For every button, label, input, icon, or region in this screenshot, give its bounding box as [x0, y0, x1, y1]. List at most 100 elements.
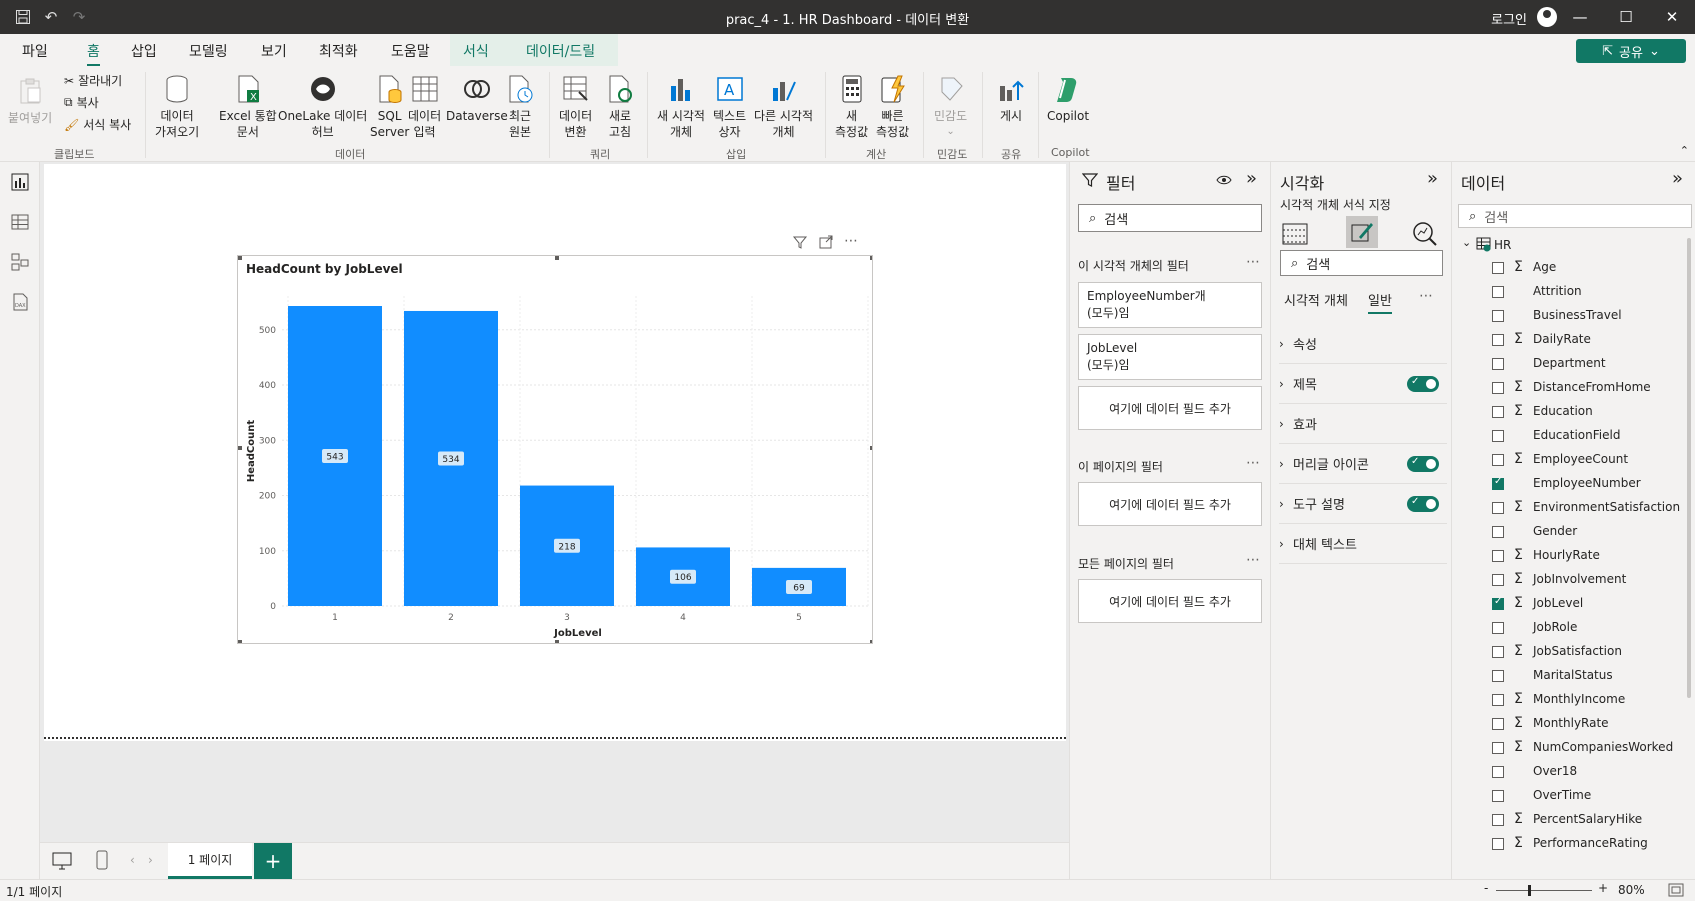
section-alt-text[interactable]: › 대체 텍스트 [1279, 524, 1447, 564]
filter-icon[interactable] [792, 234, 808, 250]
field-checkbox[interactable] [1492, 334, 1504, 346]
filters-search-input[interactable]: ⌕ 검색 [1078, 204, 1262, 232]
field-checkbox[interactable] [1492, 526, 1504, 538]
field-checkbox[interactable] [1492, 550, 1504, 562]
page-tab-1[interactable]: 1 페이지 [168, 843, 252, 879]
field-checkbox[interactable] [1492, 574, 1504, 586]
report-view-icon[interactable] [10, 172, 30, 192]
field-checkbox[interactable] [1492, 262, 1504, 274]
resize-handle[interactable] [870, 256, 872, 260]
format-visual-tab[interactable] [1346, 216, 1378, 248]
sql-server-button[interactable]: SQL Server [370, 74, 409, 140]
collapse-data-icon[interactable]: » [1672, 168, 1683, 189]
section-tooltips[interactable]: › 도구 설명 [1279, 484, 1447, 524]
tab-insert[interactable]: 삽입 [131, 41, 157, 61]
tab-data-drill[interactable]: 데이터/드릴 [526, 41, 595, 61]
resize-handle[interactable] [555, 256, 559, 260]
resize-handle[interactable] [238, 640, 242, 643]
field-checkbox[interactable] [1492, 718, 1504, 730]
bar-chart-visual[interactable]: HeadCount by JobLevel 0 100 200 300 400 500 54… [237, 255, 873, 644]
section-title[interactable]: › 제목 [1279, 364, 1447, 404]
close-icon[interactable]: ✕ [1649, 0, 1695, 34]
more-visuals-button[interactable]: 다른 시각적 개체 [754, 74, 813, 140]
tooltips-toggle[interactable] [1407, 496, 1439, 512]
mobile-layout-icon[interactable] [96, 850, 108, 870]
table-name-hr[interactable]: HR [1494, 238, 1511, 252]
field-checkbox[interactable] [1492, 502, 1504, 514]
field-checkbox[interactable] [1492, 430, 1504, 442]
filter-card-employeenumber[interactable]: EmployeeNumber개 (모두)임 [1078, 282, 1262, 328]
field-checkbox[interactable] [1492, 790, 1504, 802]
desktop-layout-icon[interactable] [52, 852, 72, 870]
tab-help[interactable]: 도움말 [391, 41, 430, 61]
field-checkbox[interactable] [1492, 382, 1504, 394]
publish-button[interactable]: 게시 [996, 74, 1026, 124]
title-toggle[interactable] [1407, 376, 1439, 392]
field-checkbox[interactable] [1492, 670, 1504, 682]
dataverse-button[interactable]: Dataverse [446, 74, 508, 124]
onelake-button[interactable]: OneLake 데이터 허브 [278, 74, 367, 140]
minimize-icon[interactable]: — [1557, 0, 1603, 34]
resize-handle[interactable] [238, 256, 242, 260]
section-effects[interactable]: › 효과 [1279, 404, 1447, 444]
all-pages-add-field-dropzone[interactable]: 여기에 데이터 필드 추가 [1078, 579, 1262, 623]
share-button[interactable]: ⇱ 공유 ⌄ [1576, 39, 1686, 63]
enter-data-button[interactable]: 데이터 입력 [408, 74, 441, 140]
field-checkbox[interactable] [1492, 596, 1504, 610]
field-checkbox[interactable] [1492, 310, 1504, 322]
scroll-left-icon[interactable]: ‹ [130, 853, 135, 867]
more-options-icon[interactable]: ⋯ [1419, 288, 1434, 304]
quick-measure-button[interactable]: 빠른 측정값 [876, 74, 909, 140]
transform-data-button[interactable]: 데이터 변환 [559, 74, 592, 140]
copy-button[interactable]: ⧉ 복사 [64, 94, 99, 111]
viz-search-input[interactable]: ⌕ 검색 [1280, 250, 1443, 276]
visual-add-field-dropzone[interactable]: 여기에 데이터 필드 추가 [1078, 386, 1262, 430]
excel-button[interactable]: X Excel 통합 문서 [219, 74, 277, 140]
copilot-button[interactable]: Copilot [1047, 74, 1089, 124]
resize-handle[interactable] [870, 446, 872, 450]
data-pane-scrollbar[interactable] [1687, 238, 1691, 698]
field-checkbox[interactable] [1492, 286, 1504, 298]
field-checkbox[interactable] [1492, 622, 1504, 634]
build-visual-icon[interactable] [1281, 220, 1309, 248]
zoom-slider[interactable] [1496, 890, 1592, 891]
refresh-button[interactable]: 새로 고침 [605, 74, 635, 140]
field-checkbox[interactable] [1492, 476, 1504, 490]
collapse-filters-icon[interactable]: » [1246, 168, 1257, 189]
maximize-icon[interactable]: ☐ [1603, 0, 1649, 34]
field-checkbox[interactable] [1492, 814, 1504, 826]
resize-handle[interactable] [555, 640, 559, 643]
section-header-icons[interactable]: › 머리글 아이콘 [1279, 444, 1447, 484]
collapse-visualizations-icon[interactable]: » [1427, 168, 1438, 189]
data-search-input[interactable]: ⌕ 검색 [1458, 204, 1692, 228]
more-options-icon[interactable]: ⋯ [1246, 455, 1261, 471]
tab-modeling[interactable]: 모델링 [189, 41, 228, 61]
scroll-right-icon[interactable]: › [148, 853, 153, 867]
resize-handle[interactable] [238, 446, 242, 450]
field-checkbox[interactable] [1492, 742, 1504, 754]
dax-query-view-icon[interactable]: DAX [10, 292, 30, 312]
login-button[interactable]: 로그인 [1491, 9, 1527, 28]
recent-sources-button[interactable]: 최근 원본 [505, 74, 535, 140]
resize-handle[interactable] [870, 640, 872, 643]
more-options-icon[interactable]: ⋯ [1246, 552, 1261, 568]
field-checkbox[interactable] [1492, 694, 1504, 706]
focus-mode-icon[interactable] [818, 234, 834, 250]
analytics-icon[interactable] [1411, 220, 1439, 248]
get-data-button[interactable]: 데이터 가져오기 [155, 74, 199, 140]
new-visual-button[interactable]: 새 시각적 개체 [657, 74, 705, 140]
field-checkbox[interactable] [1492, 838, 1504, 850]
more-options-icon[interactable]: ⋯ [844, 234, 858, 250]
header-icons-toggle[interactable] [1407, 456, 1439, 472]
collapse-ribbon-icon[interactable]: ⌃ [1680, 144, 1689, 157]
fit-to-page-icon[interactable] [1668, 883, 1684, 897]
zoom-slider-thumb[interactable] [1528, 885, 1531, 896]
table-view-icon[interactable] [10, 212, 30, 232]
tab-file[interactable]: 파일 [22, 41, 48, 61]
chevron-down-icon[interactable]: ⌄ [1462, 236, 1471, 249]
field-checkbox[interactable] [1492, 646, 1504, 658]
field-checkbox[interactable] [1492, 766, 1504, 778]
page-add-field-dropzone[interactable]: 여기에 데이터 필드 추가 [1078, 482, 1262, 526]
eye-icon[interactable] [1216, 174, 1232, 186]
section-properties[interactable]: › 속성 [1279, 324, 1447, 364]
